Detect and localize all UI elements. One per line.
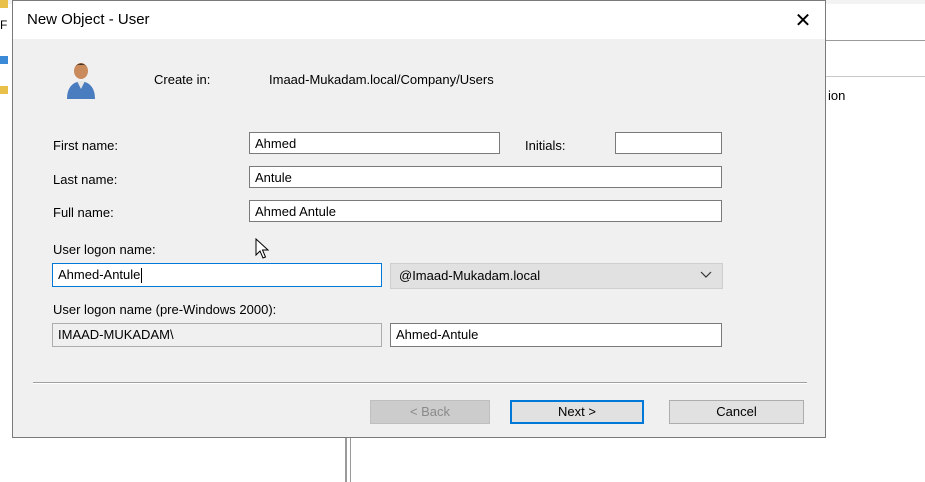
- last-name-label: Last name:: [53, 172, 118, 187]
- background-menu-text: F: [0, 18, 8, 32]
- background-divider: [826, 76, 925, 77]
- initials-field[interactable]: [615, 132, 722, 154]
- background-column-header: ion: [828, 88, 846, 103]
- create-in-label: Create in:: [154, 72, 211, 87]
- folder-icon: [0, 0, 8, 8]
- mouse-pointer-icon: [255, 238, 270, 259]
- logon-name-value: Ahmed-Antule: [58, 267, 141, 282]
- cancel-button[interactable]: Cancel: [669, 400, 804, 424]
- text-caret: [141, 268, 143, 284]
- first-name-field[interactable]: Ahmed: [249, 132, 500, 154]
- create-in-path: Imaad-Mukadam.local/Company/Users: [269, 72, 494, 87]
- logon-name-field[interactable]: Ahmed-Antule: [52, 263, 382, 287]
- last-name-field[interactable]: Antule: [249, 166, 722, 188]
- full-name-field[interactable]: Ahmed Antule: [249, 200, 722, 222]
- back-button[interactable]: < Back: [370, 400, 490, 424]
- first-name-label: First name:: [53, 138, 119, 153]
- background-splitter: [345, 438, 347, 482]
- chevron-down-icon: [700, 267, 712, 284]
- background-divider: [826, 40, 925, 41]
- logon-name-label: User logon name:: [53, 242, 156, 257]
- background-splitter: [350, 438, 351, 482]
- title-bar[interactable]: New Object - User ✕: [13, 1, 825, 39]
- pre2000-logon-field[interactable]: Ahmed-Antule: [390, 323, 722, 347]
- domain-selected-value: @Imaad-Mukadam.local: [399, 268, 541, 283]
- pre2000-label: User logon name (pre-Windows 2000):: [53, 302, 277, 317]
- close-button[interactable]: ✕: [781, 1, 825, 39]
- dialog-title: New Object - User: [27, 11, 150, 28]
- full-name-label: Full name:: [53, 205, 114, 220]
- initials-label: Initials:: [525, 138, 566, 153]
- next-button[interactable]: Next >: [510, 400, 644, 424]
- domain-dropdown[interactable]: @Imaad-Mukadam.local: [390, 263, 723, 289]
- close-icon: ✕: [794, 9, 812, 32]
- pre2000-domain-field: IMAAD-MUKADAM\: [52, 323, 382, 347]
- user-icon: [67, 63, 95, 99]
- folder-icon: [0, 86, 8, 94]
- back-icon: [0, 56, 8, 64]
- separator-highlight: [33, 383, 807, 384]
- new-object-user-dialog: New Object - User ✕ Create in: Imaad-Muk…: [12, 0, 826, 438]
